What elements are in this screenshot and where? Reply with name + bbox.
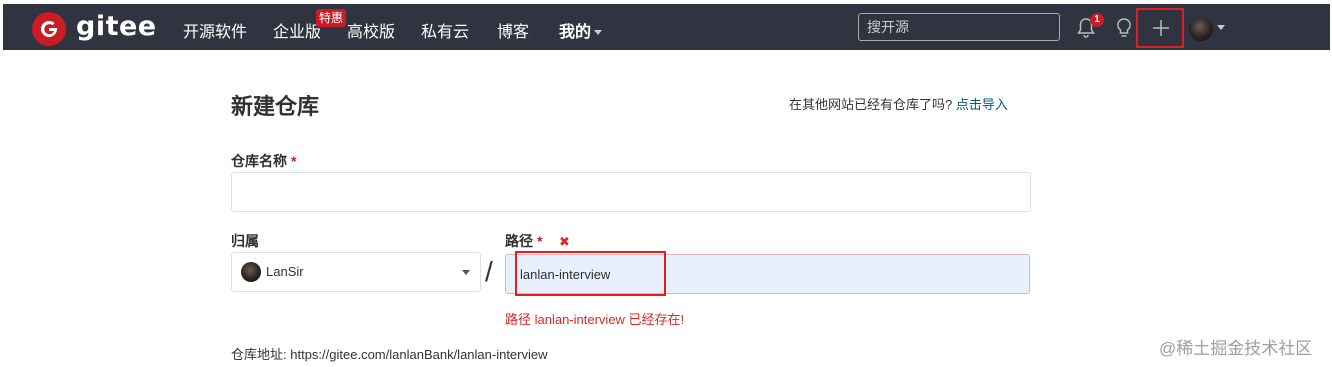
search-input[interactable] [858, 13, 1060, 41]
user-avatar[interactable] [1189, 17, 1213, 41]
owner-select[interactable]: LanSir [231, 252, 481, 292]
gitee-logo-text[interactable]: gitee [76, 11, 157, 42]
path-error-message: 路径 lanlan-interview 已经存在! [505, 312, 685, 327]
notification-count-badge: 1 [1090, 13, 1104, 27]
path-label: 路径 * [505, 231, 542, 251]
import-link[interactable]: 点击导入 [956, 97, 1008, 112]
avatar-chevron-down-icon[interactable] [1217, 25, 1225, 30]
nav-education[interactable]: 高校版 [347, 18, 395, 42]
nav-mine-label: 我的 [559, 24, 592, 41]
repo-name-label-text: 仓库名称 [231, 153, 287, 169]
repo-name-input[interactable] [231, 172, 1031, 212]
lightbulb-icon[interactable] [1114, 17, 1134, 39]
watermark: @稀土掘金技术社区 [1159, 339, 1313, 358]
page-title: 新建仓库 [231, 94, 320, 119]
path-separator: / [485, 256, 493, 287]
required-mark: * [291, 153, 297, 169]
create-new-button[interactable] [1136, 8, 1184, 48]
nav-enterprise[interactable]: 企业版 [273, 18, 321, 42]
owner-label: 归属 [231, 233, 259, 249]
nav-private-cloud[interactable]: 私有云 [421, 18, 469, 42]
nav-open-source[interactable]: 开源软件 [183, 18, 247, 42]
repo-url-label: 仓库地址: [231, 347, 287, 362]
highlight-box [515, 251, 666, 296]
chevron-down-icon [462, 270, 470, 275]
repo-url: 仓库地址: https://gitee.com/lanlanBank/lanla… [231, 344, 548, 363]
owner-name: LanSir [266, 264, 304, 279]
chevron-down-icon [594, 30, 603, 36]
repo-name-label: 仓库名称 * [231, 151, 296, 171]
nav-mine-dropdown[interactable]: 我的 [559, 18, 603, 42]
repo-url-value: https://gitee.com/lanlanBank/lanlan-inte… [290, 347, 548, 362]
enterprise-promo-badge: 特惠 [316, 9, 347, 27]
plus-icon [1153, 20, 1169, 36]
import-hint-text: 在其他网站已经有仓库了吗? [789, 97, 953, 112]
gitee-logo-icon[interactable] [32, 12, 66, 46]
top-navbar: gitee 开源软件 企业版 特惠 高校版 私有云 博客 我的 1 [3, 4, 1330, 50]
required-mark: * [537, 233, 543, 249]
nav-blog[interactable]: 博客 [497, 18, 529, 42]
error-x-icon: ✖ [559, 234, 570, 249]
path-label-text: 路径 [505, 233, 533, 249]
import-hint: 在其他网站已经有仓库了吗? 点击导入 [789, 94, 1008, 113]
owner-avatar [241, 262, 261, 282]
